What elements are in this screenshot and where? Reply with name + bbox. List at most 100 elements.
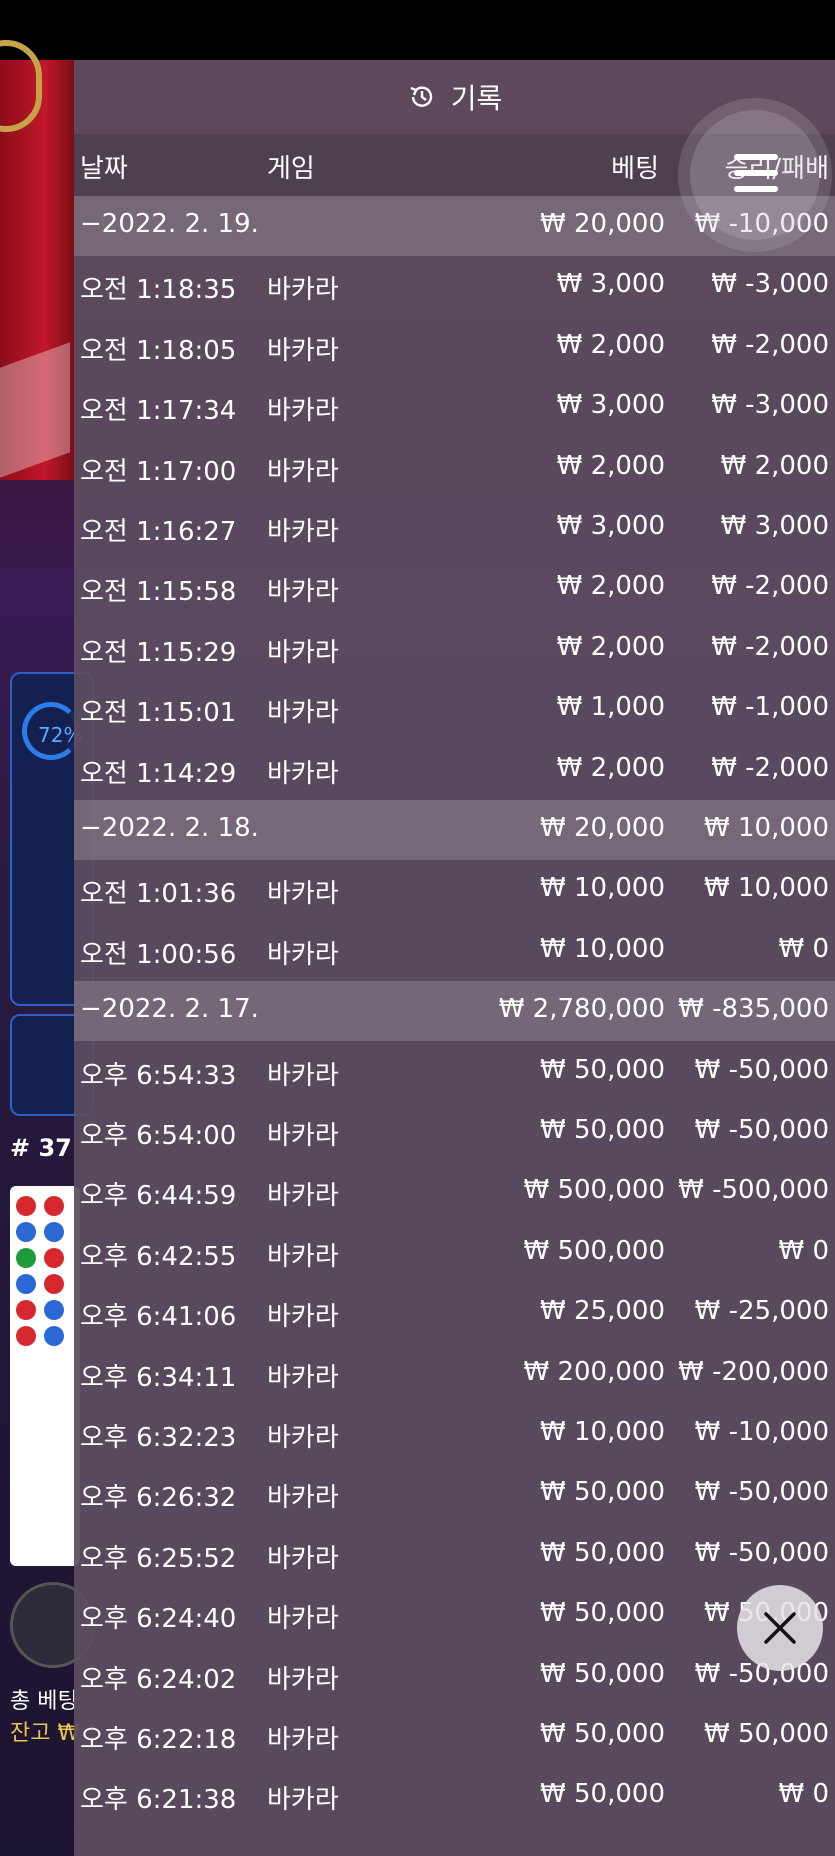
winloss-cell: ₩ -50,000 — [694, 1115, 829, 1145]
history-panel: 기록 날짜 게임 베팅 승리/패배 −2022. 2. 19. ₩ 20,000 ₩… — [74, 60, 835, 1856]
time-cell: 오전 1:15:58 — [80, 577, 237, 608]
bet-cell: ₩ 50,000 — [540, 1719, 665, 1749]
winloss-cell: ₩ 0 — [778, 1779, 829, 1810]
game-cell: 바카라 — [267, 577, 339, 608]
game-cell: 바카라 — [267, 637, 339, 668]
history-row: 오후 6:24:02 바카라 ₩ 50,000 ₩ -50,000 — [74, 1646, 835, 1706]
winloss-cell: ₩ 10,000 — [704, 813, 829, 843]
time-cell: 오전 1:15:01 — [80, 698, 237, 729]
bet-cell: ₩ 2,000 — [556, 631, 665, 662]
game-cell: 바카라 — [267, 758, 339, 789]
bet-cell: ₩ 3,000 — [556, 511, 665, 541]
time-cell: 오후 6:54:33 — [80, 1060, 237, 1091]
winloss-cell: ₩ -25,000 — [694, 1296, 829, 1327]
game-cell: 바카라 — [267, 939, 339, 970]
bet-cell: ₩ 50,000 — [540, 1477, 665, 1508]
bet-cell: ₩ 2,000 — [556, 329, 665, 360]
winloss-cell: ₩ 0 — [778, 1235, 829, 1266]
winloss-cell: ₩ 10,000 — [704, 873, 829, 904]
balance-label: 잔고 ₩ — [10, 1721, 80, 1746]
close-button[interactable] — [737, 1585, 823, 1671]
winloss-cell: ₩ -3,000 — [711, 390, 829, 421]
bet-cell: ₩ 25,000 — [540, 1296, 665, 1327]
game-cell: 바카라 — [267, 1725, 339, 1755]
game-cell: 바카라 — [267, 1241, 339, 1272]
bet-cell: ₩ 2,000 — [556, 571, 665, 602]
menu-button[interactable] — [690, 110, 820, 240]
game-cell: 바카라 — [267, 1121, 339, 1151]
date-group-row[interactable]: −2022. 2. 18. ₩ 20,000 ₩ 10,000 — [74, 800, 835, 860]
winloss-cell: ₩ -50,000 — [694, 1054, 829, 1085]
history-row: 오후 6:54:33 바카라 ₩ 50,000 ₩ -50,000 — [74, 1042, 835, 1102]
history-row: 오후 6:21:38 바카라 ₩ 50,000 ₩ 0 — [74, 1766, 835, 1826]
time-cell: 오전 1:16:27 — [80, 517, 237, 547]
bet-cell: ₩ 20,000 — [540, 813, 665, 843]
time-cell: 오후 6:26:32 — [80, 1483, 237, 1514]
history-row: 오후 6:32:23 바카라 ₩ 10,000 ₩ -10,000 — [74, 1404, 835, 1464]
game-cell: 바카라 — [267, 517, 339, 547]
game-cell: 바카라 — [267, 1543, 339, 1574]
game-cell: 바카라 — [267, 1785, 339, 1816]
winloss-cell: ₩ 50,000 — [704, 1719, 829, 1749]
bet-cell: ₩ 50,000 — [540, 1779, 665, 1810]
history-row: 오전 1:15:01 바카라 ₩ 1,000 ₩ -1,000 — [74, 679, 835, 739]
date-label: −2022. 2. 19. — [80, 209, 259, 239]
bet-cell: ₩ 50,000 — [540, 1658, 665, 1689]
game-cell: 바카라 — [267, 1664, 339, 1695]
round-number: # 37 — [10, 1134, 72, 1162]
history-row: 오전 1:00:56 바카라 ₩ 10,000 ₩ 0 — [74, 921, 835, 981]
history-row: 오전 1:01:36 바카라 ₩ 10,000 ₩ 10,000 — [74, 860, 835, 920]
bet-cell: ₩ 10,000 — [540, 1417, 665, 1447]
history-row: 오후 6:34:11 바카라 ₩ 200,000 ₩ -200,000 — [74, 1344, 835, 1404]
history-row: 오후 6:22:18 바카라 ₩ 50,000 ₩ 50,000 — [74, 1706, 835, 1766]
game-cell: 바카라 — [267, 1423, 339, 1453]
winloss-cell: ₩ -2,000 — [711, 329, 829, 360]
winloss-cell: ₩ -10,000 — [694, 1417, 829, 1447]
history-row: 오후 6:25:52 바카라 ₩ 50,000 ₩ -50,000 — [74, 1525, 835, 1585]
bet-cell: ₩ 2,000 — [556, 752, 665, 783]
time-cell: 오후 6:34:11 — [80, 1362, 237, 1393]
history-row: 오전 1:14:29 바카라 ₩ 2,000 ₩ -2,000 — [74, 740, 835, 800]
bet-cell: ₩ 50,000 — [540, 1598, 665, 1629]
history-row: 오전 1:18:05 바카라 ₩ 2,000 ₩ -2,000 — [74, 317, 835, 377]
history-row: 오후 6:41:06 바카라 ₩ 25,000 ₩ -25,000 — [74, 1283, 835, 1343]
bet-cell: ₩ 2,780,000 — [498, 994, 665, 1025]
col-date: 날짜 — [80, 154, 128, 184]
winloss-cell: ₩ 0 — [778, 933, 829, 964]
history-row: 오전 1:17:00 바카라 ₩ 2,000 ₩ 2,000 — [74, 438, 835, 498]
game-cell: 바카라 — [267, 698, 339, 729]
time-cell: 오전 1:17:34 — [80, 396, 237, 427]
date-group-row[interactable]: −2022. 2. 17. ₩ 2,780,000 ₩ -835,000 — [74, 981, 835, 1042]
time-cell: 오전 1:01:36 — [80, 879, 237, 910]
col-game: 게임 — [267, 154, 315, 184]
date-label: −2022. 2. 17. — [80, 994, 259, 1025]
winloss-cell: ₩ -50,000 — [694, 1537, 829, 1568]
time-cell: 오후 6:25:52 — [80, 1543, 237, 1574]
winloss-cell: ₩ -2,000 — [711, 631, 829, 662]
time-cell: 오후 6:24:40 — [80, 1604, 237, 1635]
status-bar — [0, 0, 835, 60]
game-cell: 바카라 — [267, 1060, 339, 1091]
time-cell: 오후 6:41:06 — [80, 1302, 237, 1333]
winloss-cell: ₩ -2,000 — [711, 752, 829, 783]
history-row: 오전 1:18:35 바카라 ₩ 3,000 ₩ -3,000 — [74, 256, 835, 316]
panel-title: 기록 — [450, 82, 503, 115]
bet-cell: ₩ 3,000 — [556, 269, 665, 300]
history-row: 오후 6:44:59 바카라 ₩ 500,000 ₩ -500,000 — [74, 1162, 835, 1222]
winloss-cell: ₩ -835,000 — [678, 994, 829, 1025]
history-row: 오전 1:16:27 바카라 ₩ 3,000 ₩ 3,000 — [74, 498, 835, 558]
game-cell: 바카라 — [267, 456, 339, 487]
game-cell: 바카라 — [267, 335, 339, 366]
bet-cell: ₩ 1,000 — [556, 692, 665, 723]
game-cell: 바카라 — [267, 1362, 339, 1393]
winloss-cell: ₩ -3,000 — [711, 269, 829, 300]
col-bet: 베팅 — [611, 154, 659, 184]
time-cell: 오전 1:15:29 — [80, 637, 237, 668]
time-cell: 오후 6:21:38 — [80, 1785, 237, 1816]
total-bet-label: 총 베팅 — [10, 1689, 78, 1714]
bet-cell: ₩ 50,000 — [540, 1537, 665, 1568]
time-cell: 오후 6:44:59 — [80, 1181, 237, 1212]
bet-cell: ₩ 10,000 — [540, 933, 665, 964]
winloss-cell: ₩ -500,000 — [678, 1175, 829, 1206]
winloss-cell: ₩ 2,000 — [720, 450, 829, 481]
